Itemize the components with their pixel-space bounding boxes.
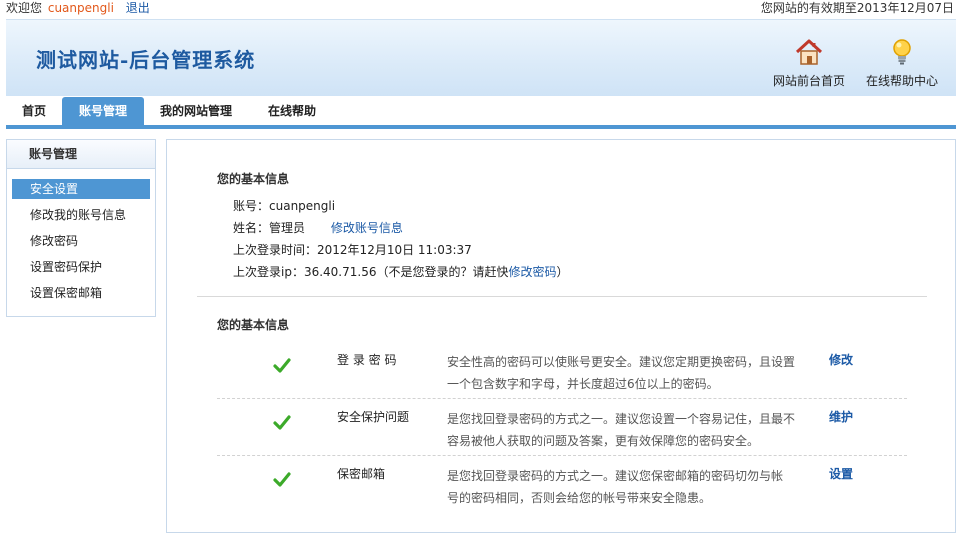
- account-label: 账号：: [233, 199, 270, 213]
- last-ip-line: 上次登录ip：36.40.71.56（不是您登录的？请赶快修改密码）: [233, 263, 569, 280]
- help-center-label: 在线帮助中心: [865, 74, 938, 88]
- row-divider: [217, 455, 907, 456]
- check-icon: [273, 472, 291, 487]
- security-item-name: 登 录 密 码: [337, 353, 397, 367]
- sidebar-item-edit-account[interactable]: 修改我的账号信息: [12, 205, 150, 225]
- tab-home[interactable]: 首页: [6, 97, 62, 125]
- main-nav: 首页 账号管理 我的网站管理 在线帮助: [6, 97, 956, 129]
- help-center-link[interactable]: 在线帮助中心: [862, 36, 942, 89]
- frontend-home-label: 网站前台首页: [772, 74, 845, 88]
- change-password-link[interactable]: 修改密码: [509, 265, 557, 279]
- account-line: 账号：cuanpengli: [233, 197, 335, 214]
- name-label: 姓名：: [233, 221, 270, 235]
- sidebar-menu: 安全设置 修改我的账号信息 修改密码 设置密码保护 设置保密邮箱: [7, 169, 155, 303]
- main-panel: 您的基本信息 账号：cuanpengli 姓名：管理员 修改账号信息 上次登录时…: [166, 139, 956, 533]
- tab-account-management[interactable]: 账号管理: [62, 97, 144, 125]
- sidebar-item-password-protection[interactable]: 设置密码保护: [12, 257, 150, 277]
- sidebar-item-change-password[interactable]: 修改密码: [12, 231, 150, 251]
- account-value: cuanpengli: [269, 199, 336, 213]
- last-ip-label: 上次登录ip：: [233, 265, 304, 279]
- sidebar-item-secure-email[interactable]: 设置保密邮箱: [12, 283, 150, 303]
- last-login-label: 上次登录时间：: [233, 243, 318, 257]
- security-item-desc: 安全性高的密码可以使账号更安全。建议您定期更换密码，且设置一个包含数字和字母，并…: [447, 355, 796, 391]
- security-title: 您的基本信息: [217, 318, 290, 332]
- sidebar-title: 账号管理: [7, 140, 155, 169]
- home-icon: [795, 39, 823, 65]
- section-divider: [197, 296, 927, 297]
- validity-text: 您网站的有效期至2013年12月07日: [760, 1, 954, 15]
- last-ip-value: 36.40.71.56: [303, 265, 377, 279]
- username-link[interactable]: cuanpengli: [48, 1, 114, 15]
- security-item-name: 安全保护问题: [337, 410, 410, 424]
- check-icon: [273, 358, 291, 373]
- edit-account-link[interactable]: 修改账号信息: [331, 221, 403, 235]
- frontend-home-link[interactable]: 网站前台首页: [770, 36, 848, 89]
- sidebar: 账号管理 安全设置 修改我的账号信息 修改密码 设置密码保护 设置保密邮箱: [6, 139, 156, 317]
- top-bar: 欢迎您 cuanpengli 退出 您网站的有效期至2013年12月07日: [0, 0, 956, 18]
- site-title: 测试网站-后台管理系统: [36, 48, 256, 72]
- security-item-desc: 是您找回登录密码的方式之一。建议您设置一个容易记住，且最不容易被他人获取的问题及…: [447, 412, 796, 448]
- lightbulb-icon: [893, 39, 911, 65]
- maintain-question-action[interactable]: 维护: [829, 408, 853, 425]
- sidebar-item-security-settings[interactable]: 安全设置: [12, 179, 150, 199]
- check-icon: [273, 415, 291, 430]
- name-line: 姓名：管理员 修改账号信息: [233, 219, 403, 236]
- welcome-area: 欢迎您 cuanpengli 退出: [6, 0, 150, 16]
- ip-note-suffix: ）: [556, 265, 569, 279]
- tab-my-site-management[interactable]: 我的网站管理: [146, 97, 246, 125]
- modify-password-action[interactable]: 修改: [829, 351, 853, 368]
- security-item-name: 保密邮箱: [337, 467, 386, 481]
- security-row-login-password: 登 录 密 码 安全性高的密码可以使账号更安全。建议您定期更换密码，且设置一个包…: [217, 343, 907, 399]
- security-item-desc: 是您找回登录密码的方式之一。建议您保密邮箱的密码切勿与帐 号的密码相同，否则会给…: [447, 469, 784, 505]
- tab-online-help[interactable]: 在线帮助: [250, 97, 334, 125]
- set-email-action[interactable]: 设置: [829, 465, 853, 482]
- security-row-secure-email: 保密邮箱 是您找回登录密码的方式之一。建议您保密邮箱的密码切勿与帐 号的密码相同…: [217, 457, 907, 513]
- basic-info-title: 您的基本信息: [217, 172, 290, 186]
- ip-note-prefix: （不是您登录的？请赶快: [376, 265, 509, 279]
- logout-link[interactable]: 退出: [126, 1, 150, 15]
- last-login-value: 2012年12月10日 11:03:37: [317, 243, 472, 257]
- welcome-text: 欢迎您: [6, 1, 43, 15]
- header-banner: 测试网站-后台管理系统 网站前台首页 在线帮助中心: [6, 19, 956, 96]
- security-row-security-question: 安全保护问题 是您找回登录密码的方式之一。建议您设置一个容易记住，且最不容易被他…: [217, 400, 907, 456]
- row-divider: [217, 398, 907, 399]
- name-value: 管理员: [269, 221, 306, 235]
- last-login-line: 上次登录时间：2012年12月10日 11:03:37: [233, 241, 472, 258]
